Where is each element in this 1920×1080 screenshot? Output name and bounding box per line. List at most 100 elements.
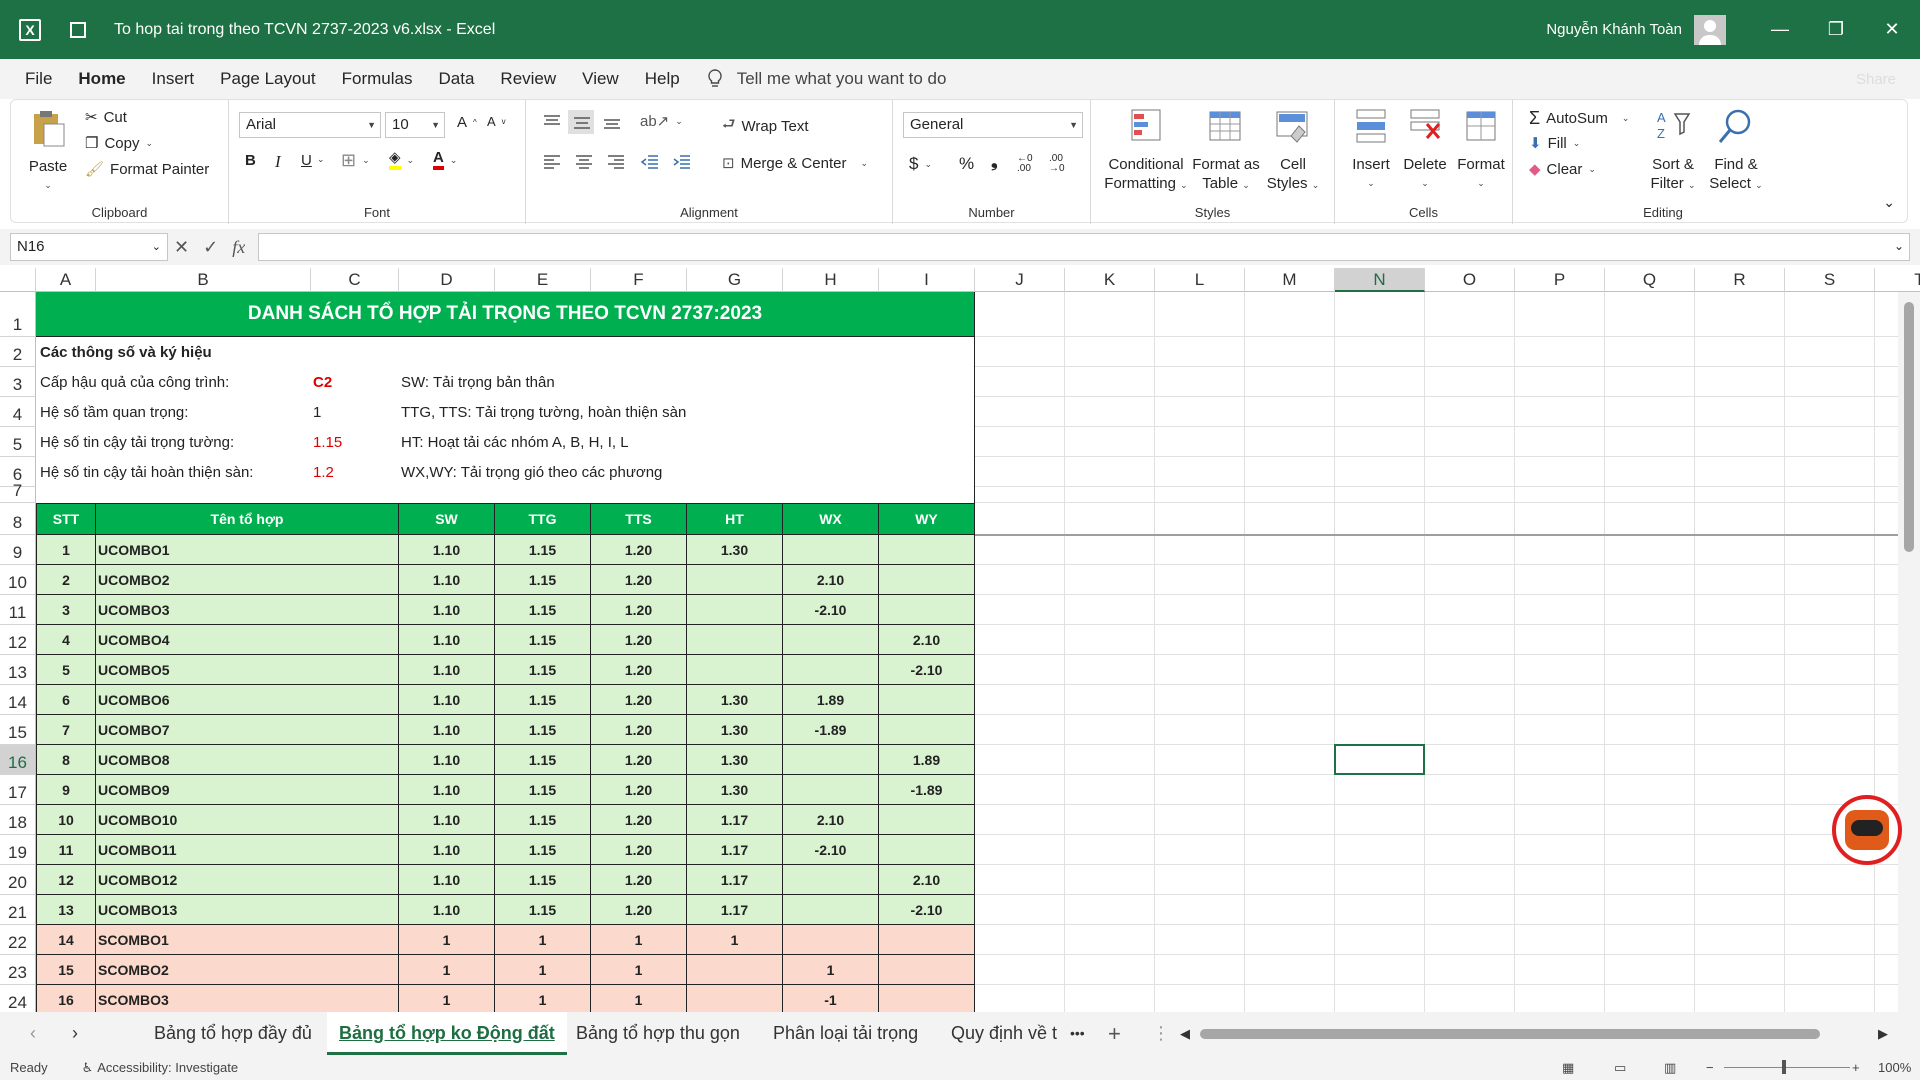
table-cell[interactable]: 1.20: [591, 565, 687, 595]
row-header-11[interactable]: 11: [0, 595, 36, 625]
column-header-e[interactable]: E: [495, 268, 591, 292]
horizontal-scrollbar[interactable]: [1180, 1022, 1880, 1044]
table-cell[interactable]: 1: [591, 985, 687, 1012]
table-cell[interactable]: 4: [36, 625, 96, 655]
table-cell[interactable]: 1.15: [495, 685, 591, 715]
table-cell[interactable]: [783, 865, 879, 895]
number-format-select[interactable]: General ▼: [903, 112, 1083, 138]
align-right-icon[interactable]: [606, 154, 626, 170]
table-cell[interactable]: -2.10: [879, 655, 975, 685]
combo-name-cell[interactable]: UCOMBO12: [96, 865, 399, 895]
table-cell[interactable]: 1.10: [399, 895, 495, 925]
table-cell[interactable]: [879, 985, 975, 1012]
table-cell[interactable]: 3: [36, 595, 96, 625]
table-cell[interactable]: 5: [36, 655, 96, 685]
decrease-decimal-button[interactable]: .00 →0: [1049, 154, 1065, 174]
sheet-tab-compact[interactable]: Bảng tổ hợp thu gọn: [576, 1012, 740, 1055]
zoom-out-button[interactable]: −: [1706, 1060, 1714, 1075]
table-cell[interactable]: 16: [36, 985, 96, 1012]
param-value[interactable]: 1: [313, 397, 321, 427]
row-header-15[interactable]: 15: [0, 715, 36, 745]
table-cell[interactable]: 1.10: [399, 625, 495, 655]
table-cell[interactable]: 9: [36, 775, 96, 805]
table-cell[interactable]: 2.10: [879, 625, 975, 655]
combo-name-cell[interactable]: SCOMBO1: [96, 925, 399, 955]
tab-view[interactable]: View: [569, 59, 632, 99]
user-name[interactable]: Nguyễn Khánh Toàn: [1546, 21, 1682, 38]
combo-name-cell[interactable]: UCOMBO11: [96, 835, 399, 865]
table-cell[interactable]: [783, 625, 879, 655]
row-header-7[interactable]: 7: [0, 481, 36, 503]
accessibility-status[interactable]: Accessibility: Investigate: [97, 1060, 238, 1075]
table-cell[interactable]: 1.30: [687, 745, 783, 775]
table-cell[interactable]: -2.10: [879, 895, 975, 925]
row-header-16[interactable]: 16: [0, 745, 36, 775]
row-header-5[interactable]: 5: [0, 427, 36, 457]
table-cell[interactable]: 1.15: [495, 775, 591, 805]
column-header-p[interactable]: P: [1515, 268, 1605, 292]
clear-button[interactable]: ◆ Clear ⌄: [1529, 160, 1596, 179]
table-cell[interactable]: 1.10: [399, 835, 495, 865]
table-cell[interactable]: 1: [687, 925, 783, 955]
tab-home[interactable]: Home: [65, 59, 138, 99]
table-cell[interactable]: [783, 925, 879, 955]
row-header-12[interactable]: 12: [0, 625, 36, 655]
conditional-formatting-button[interactable]: Conditional Formatting ⌄: [1103, 106, 1189, 195]
table-cell[interactable]: -2.10: [783, 835, 879, 865]
row-header-20[interactable]: 20: [0, 865, 36, 895]
normal-view-icon[interactable]: ▦: [1562, 1060, 1574, 1076]
row-header-13[interactable]: 13: [0, 655, 36, 685]
combo-name-cell[interactable]: UCOMBO6: [96, 685, 399, 715]
align-left-icon[interactable]: [542, 154, 562, 170]
table-cell[interactable]: [783, 895, 879, 925]
table-cell[interactable]: [879, 565, 975, 595]
table-cell[interactable]: 1.20: [591, 895, 687, 925]
merge-center-button[interactable]: ⊡ Merge & Center ⌄: [722, 154, 868, 173]
table-cell[interactable]: -2.10: [783, 595, 879, 625]
horizontal-scroll-thumb[interactable]: [1200, 1029, 1820, 1039]
cell-styles-button[interactable]: Cell Styles ⌄: [1263, 106, 1323, 195]
table-cell[interactable]: 1.15: [495, 865, 591, 895]
wrap-text-button[interactable]: ⮐ Wrap Text: [722, 114, 809, 139]
close-button[interactable]: ✕: [1864, 0, 1920, 59]
row-header-18[interactable]: 18: [0, 805, 36, 835]
table-cell[interactable]: 1.17: [687, 895, 783, 925]
column-header-l[interactable]: L: [1155, 268, 1245, 292]
tell-me-box[interactable]: Tell me what you want to do: [707, 69, 946, 89]
table-cell[interactable]: 1.20: [591, 745, 687, 775]
sheet-tab-rules[interactable]: Quy định về t: [951, 1012, 1057, 1055]
column-header-m[interactable]: M: [1245, 268, 1335, 292]
select-all-corner[interactable]: [0, 268, 36, 292]
row-header-2[interactable]: 2: [0, 337, 36, 367]
column-header-h[interactable]: H: [783, 268, 879, 292]
table-cell[interactable]: [687, 655, 783, 685]
table-cell[interactable]: 1.10: [399, 565, 495, 595]
table-cell[interactable]: 1.20: [591, 655, 687, 685]
table-cell[interactable]: 1.10: [399, 715, 495, 745]
table-cell[interactable]: 1.15: [495, 835, 591, 865]
table-cell[interactable]: 6: [36, 685, 96, 715]
combo-name-cell[interactable]: UCOMBO9: [96, 775, 399, 805]
column-header-j[interactable]: J: [975, 268, 1065, 292]
align-center-icon[interactable]: [574, 154, 594, 170]
table-cell[interactable]: 1.30: [687, 535, 783, 565]
column-header-k[interactable]: K: [1065, 268, 1155, 292]
table-cell[interactable]: 1.30: [687, 685, 783, 715]
column-header-d[interactable]: D: [399, 268, 495, 292]
table-cell[interactable]: [879, 835, 975, 865]
table-cell[interactable]: 1.20: [591, 625, 687, 655]
copy-button[interactable]: ❐ Copy ⌄: [85, 134, 153, 153]
combo-name-cell[interactable]: UCOMBO10: [96, 805, 399, 835]
page-layout-view-icon[interactable]: ▭: [1614, 1060, 1626, 1076]
table-cell[interactable]: [879, 925, 975, 955]
table-cell[interactable]: 1.10: [399, 865, 495, 895]
column-header-g[interactable]: G: [687, 268, 783, 292]
table-cell[interactable]: 1.20: [591, 865, 687, 895]
delete-cells-button[interactable]: Delete ⌄: [1399, 106, 1451, 193]
row-header-23[interactable]: 23: [0, 955, 36, 985]
table-cell[interactable]: 2.10: [879, 865, 975, 895]
row-header-21[interactable]: 21: [0, 895, 36, 925]
table-cell[interactable]: 1.20: [591, 835, 687, 865]
column-header-b[interactable]: B: [96, 268, 311, 292]
paste-button[interactable]: Paste ⌄: [23, 108, 73, 195]
